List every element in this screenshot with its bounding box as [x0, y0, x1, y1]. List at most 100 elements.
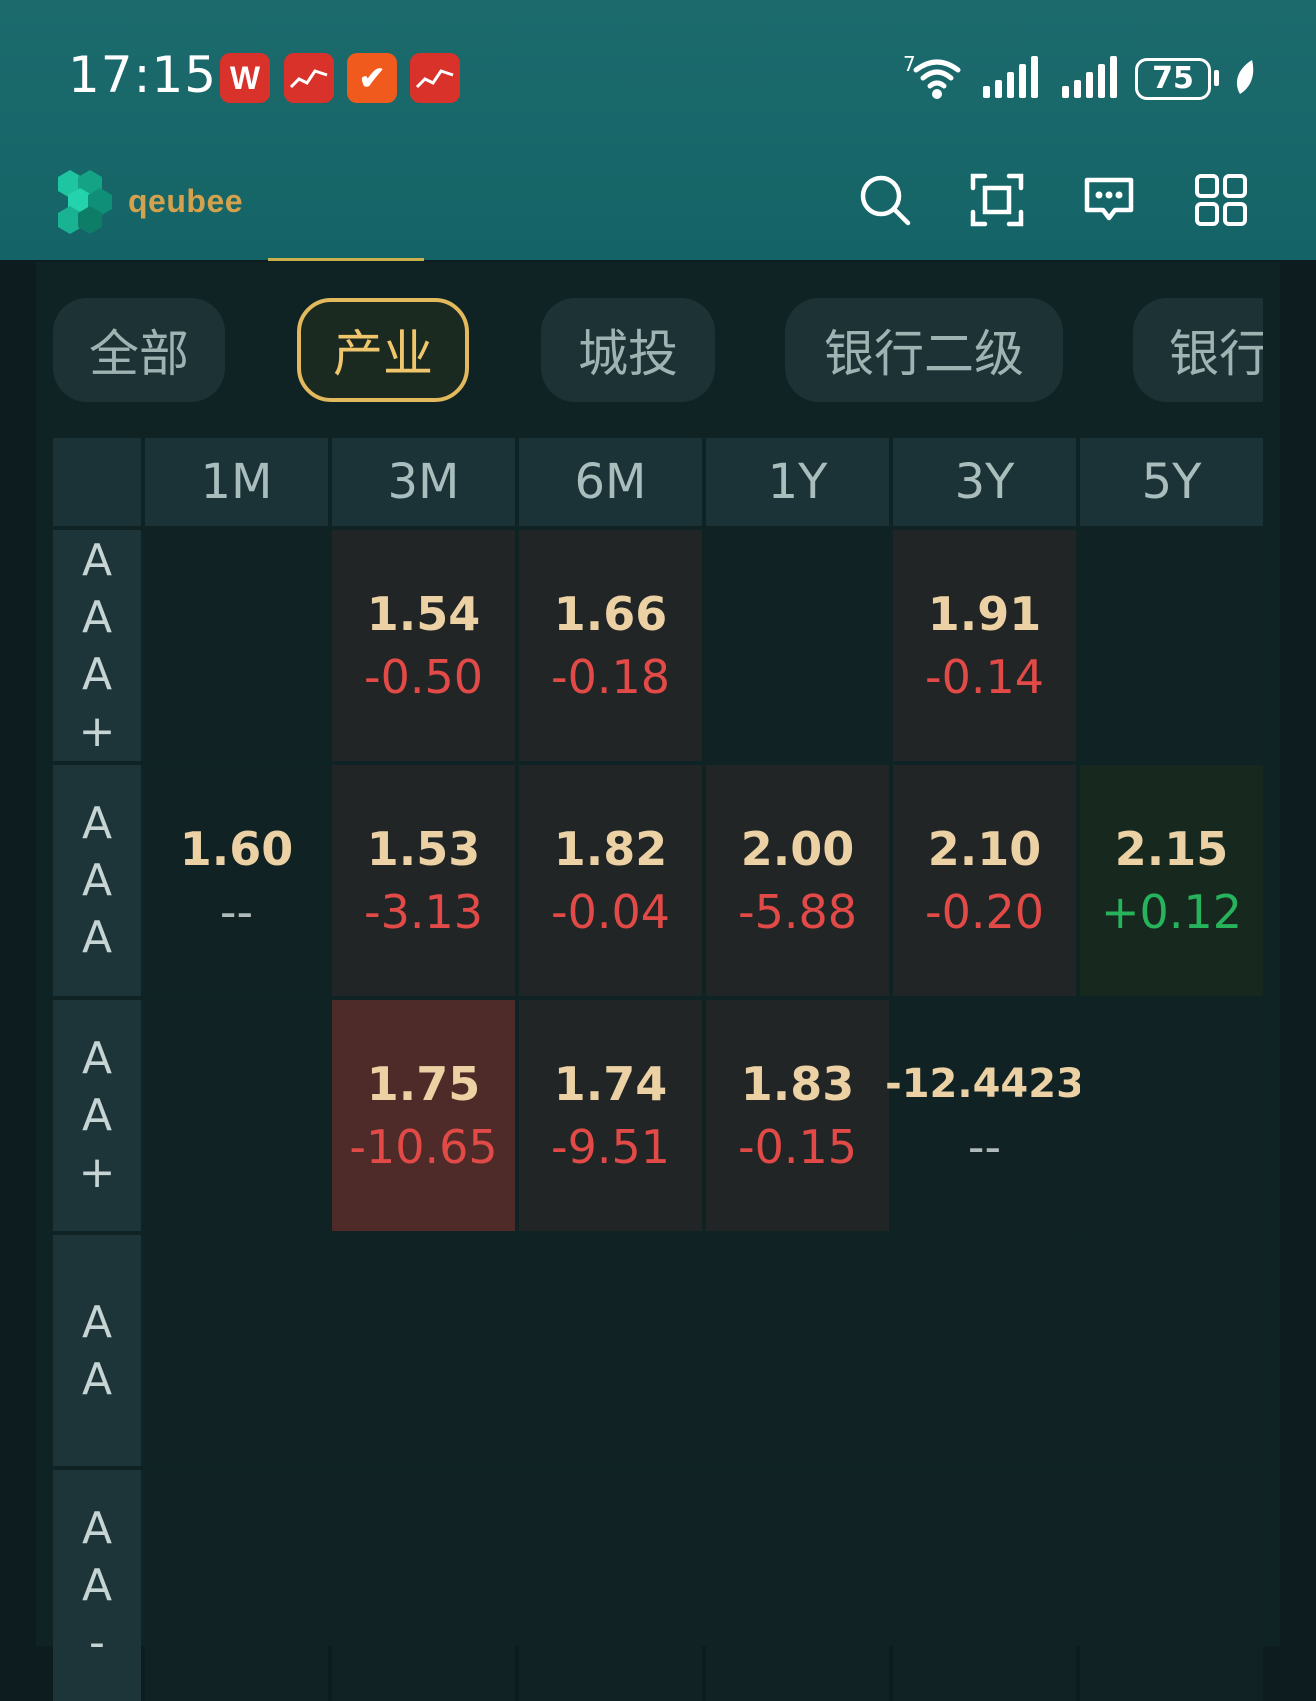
table-cell — [893, 1235, 1076, 1466]
status-bar: 17:15 W ✔ 7 75 — [0, 40, 1316, 120]
scan-icon — [970, 173, 1024, 227]
yield-change: -- — [219, 884, 254, 939]
chip-4[interactable]: 银行二级 — [785, 298, 1063, 402]
column-header[interactable]: 5Y — [1080, 438, 1263, 526]
table-cell[interactable]: 1.74 -9.51 — [519, 1000, 702, 1231]
scan-button[interactable] — [967, 170, 1027, 230]
wps-app-icon: W — [220, 53, 270, 103]
column-header[interactable]: 6M — [519, 438, 702, 526]
table-cell[interactable]: 1.66 -0.18 — [519, 530, 702, 761]
message-button[interactable] — [1079, 170, 1139, 230]
table-cell — [145, 1235, 328, 1466]
app-logo[interactable]: qeubee — [52, 166, 243, 236]
battery-tip — [1214, 70, 1219, 86]
table-cell — [145, 1470, 328, 1701]
row-header-rating: AAA — [53, 765, 141, 996]
table-cell — [1080, 1000, 1263, 1231]
row-header-rating: AA - — [53, 1470, 141, 1701]
rating-letter: A — [81, 1033, 113, 1084]
chip-3[interactable]: 城投 — [541, 298, 715, 402]
table-corner — [53, 438, 141, 526]
rating-letter: + — [78, 1147, 116, 1198]
yield-change: -3.13 — [363, 884, 484, 939]
table-cell — [1080, 1235, 1263, 1466]
yield-change: -10.65 — [349, 1119, 498, 1174]
table-cell — [332, 1470, 515, 1701]
yield-value: 1.83 — [740, 1056, 855, 1111]
row-header-rating: A A A + — [53, 530, 141, 761]
rating-letter: A — [81, 1503, 113, 1554]
table-cell[interactable]: 1.54 -0.50 — [332, 530, 515, 761]
chip-1[interactable]: 全部 — [53, 298, 225, 402]
row-header-rating: AA — [53, 1235, 141, 1466]
yield-change: -9.51 — [550, 1119, 671, 1174]
leaf-charging-icon — [1236, 60, 1254, 94]
yield-value: 1.66 — [553, 586, 668, 641]
rating-letter: A — [81, 648, 113, 700]
table-cell — [519, 1235, 702, 1466]
yield-value: 1.91 — [927, 586, 1042, 641]
column-header[interactable]: 3M — [332, 438, 515, 526]
table-cell[interactable]: 1.82 -0.04 — [519, 765, 702, 996]
category-chips: 全部 产业 城投 银行二级 银行 — [53, 298, 1263, 402]
check-app-icon: ✔ — [347, 53, 397, 103]
table-cell — [332, 1235, 515, 1466]
yield-value: 2.10 — [927, 821, 1042, 876]
table-cell[interactable]: 1.91 -0.14 — [893, 530, 1076, 761]
signal-icon — [1062, 56, 1117, 98]
rating-letter: A — [81, 591, 113, 643]
rating-letter: A — [81, 855, 113, 906]
signal-icon — [983, 56, 1038, 98]
cube-logo-icon — [58, 170, 112, 234]
table-cell[interactable]: 1.83 -0.15 — [706, 1000, 889, 1231]
table-cell[interactable]: 1.75 -10.65 — [332, 1000, 515, 1231]
table-cell[interactable]: 2.00 -5.88 — [706, 765, 889, 996]
active-tab-indicator — [268, 258, 424, 261]
yield-change: +0.12 — [1101, 884, 1242, 939]
top-bar: 17:15 W ✔ 7 75 qeubee — [0, 0, 1316, 260]
chip-5[interactable]: 银行 — [1133, 298, 1263, 402]
table-cell[interactable]: 1.53 -3.13 — [332, 765, 515, 996]
chip-label: 银行二级 — [824, 325, 1024, 383]
rating-letter: A — [81, 1090, 113, 1141]
column-header[interactable]: 1Y — [706, 438, 889, 526]
wifi-icon — [913, 59, 961, 99]
column-header[interactable]: 3Y — [893, 438, 1076, 526]
table-cell[interactable]: 2.10 -0.20 — [893, 765, 1076, 996]
yield-change: -0.15 — [737, 1119, 858, 1174]
status-time: 17:15 — [68, 46, 218, 104]
message-icon — [1084, 177, 1134, 221]
table-cell — [519, 1470, 702, 1701]
chip-label: 产业 — [333, 325, 433, 383]
table-cell[interactable]: -12.4423 -- — [885, 1000, 1084, 1231]
rating-letter: - — [89, 1617, 105, 1668]
yield-change: -0.18 — [550, 649, 671, 704]
table-cell — [145, 1000, 328, 1231]
logo-text: qeubee — [128, 182, 244, 219]
grid-menu-button[interactable] — [1191, 170, 1251, 230]
yield-value: 2.15 — [1114, 821, 1229, 876]
table-cell — [706, 530, 889, 761]
table-cell — [145, 530, 328, 761]
search-icon — [860, 175, 911, 226]
battery-level: 75 — [1135, 58, 1211, 100]
yield-value: 1.75 — [366, 1056, 481, 1111]
rating-letter: A — [81, 534, 113, 586]
table-cell[interactable]: 1.60 -- — [145, 765, 328, 996]
rating-letter: A — [81, 1560, 113, 1611]
yield-value: -12.4423 — [885, 1060, 1084, 1107]
yield-change: -0.20 — [924, 884, 1045, 939]
yield-change: -0.14 — [924, 649, 1045, 704]
wps-app-icon-glyph: W — [229, 59, 261, 96]
table-cell — [1080, 1470, 1263, 1701]
rating-letter: A — [81, 1353, 113, 1405]
table-cell — [706, 1470, 889, 1701]
search-button[interactable] — [855, 170, 915, 230]
table-cell[interactable]: 2.15 +0.12 — [1080, 765, 1263, 996]
app-bar: qeubee — [0, 150, 1316, 250]
column-header[interactable]: 1M — [145, 438, 328, 526]
yield-value: 1.54 — [366, 586, 481, 641]
stock-chart-app-icon — [284, 53, 334, 103]
yield-value: 2.00 — [740, 821, 855, 876]
chip-2[interactable]: 产业 — [297, 298, 469, 402]
